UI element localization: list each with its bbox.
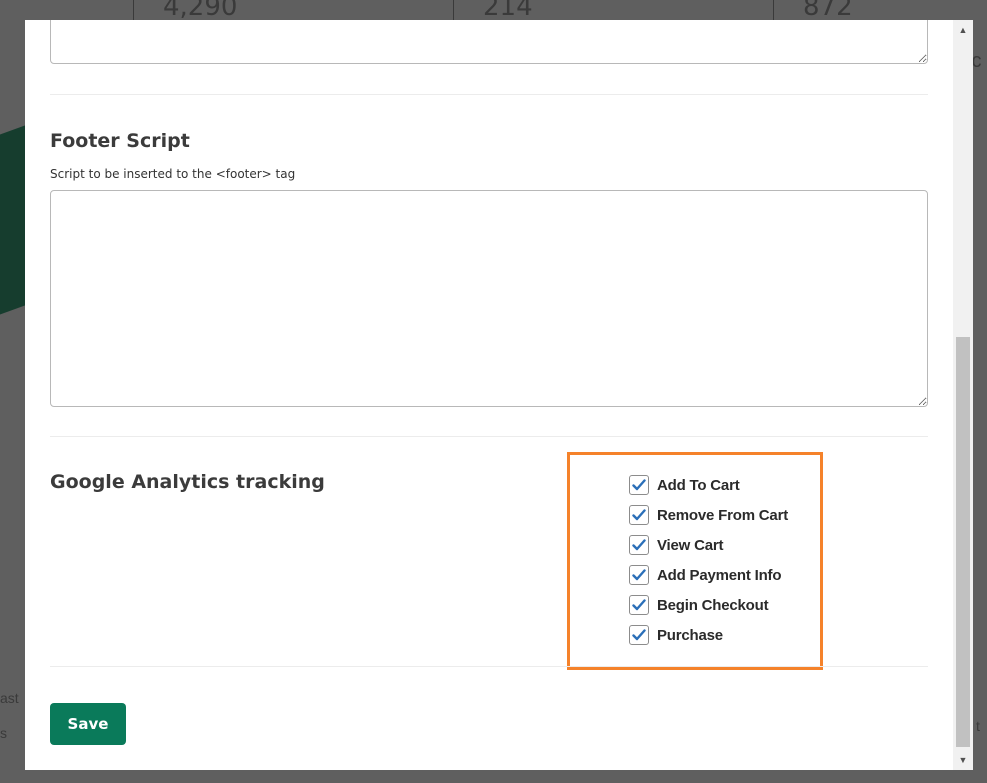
checkbox-add-payment-info[interactable]: Add Payment Info (629, 560, 788, 590)
checkbox-view-cart[interactable]: View Cart (629, 530, 788, 560)
modal-scrollbar[interactable]: ▲ ▼ (953, 20, 973, 770)
checkbox-icon[interactable] (629, 505, 649, 525)
save-button[interactable]: Save (50, 703, 126, 745)
checkbox-icon[interactable] (629, 595, 649, 615)
checkbox-purchase[interactable]: Purchase (629, 620, 788, 650)
checkbox-begin-checkout[interactable]: Begin Checkout (629, 590, 788, 620)
checkmark-icon (632, 629, 646, 641)
checkmark-icon (632, 539, 646, 551)
background-stat: 214 (483, 0, 533, 22)
stat-divider (773, 0, 774, 20)
section-divider (50, 436, 928, 437)
checkmark-icon (632, 509, 646, 521)
ga-tracking-checklist: Add To Cart Remove From Cart View Cart A… (629, 470, 788, 650)
scroll-up-arrow-icon[interactable]: ▲ (953, 20, 973, 40)
checkbox-remove-from-cart[interactable]: Remove From Cart (629, 500, 788, 530)
footer-script-helper: Script to be inserted to the <footer> ta… (50, 167, 296, 181)
checkbox-label[interactable]: Add Payment Info (657, 567, 782, 584)
checkbox-label[interactable]: Add To Cart (657, 477, 740, 494)
checkbox-add-to-cart[interactable]: Add To Cart (629, 470, 788, 500)
background-stat: 4,290 (163, 0, 238, 22)
settings-modal: Footer Script Script to be inserted to t… (25, 20, 953, 770)
background-side-label: s (0, 725, 7, 741)
checkbox-label[interactable]: Purchase (657, 627, 723, 644)
checkmark-icon (632, 599, 646, 611)
checkbox-label[interactable]: Remove From Cart (657, 507, 788, 524)
checkmark-icon (632, 479, 646, 491)
google-analytics-title: Google Analytics tracking (50, 471, 325, 493)
stat-divider (133, 0, 134, 20)
checkbox-icon[interactable] (629, 535, 649, 555)
checkbox-icon[interactable] (629, 625, 649, 645)
background-side-label: ast (0, 690, 19, 706)
checkbox-label[interactable]: Begin Checkout (657, 597, 769, 614)
checkbox-label[interactable]: View Cart (657, 537, 723, 554)
checkmark-icon (632, 569, 646, 581)
scrollbar-thumb[interactable] (956, 337, 970, 747)
checkbox-icon[interactable] (629, 475, 649, 495)
header-script-textarea[interactable] (50, 20, 928, 64)
stat-divider (453, 0, 454, 20)
section-divider (50, 94, 928, 95)
background-stat: 872 (803, 0, 853, 22)
scroll-down-arrow-icon[interactable]: ▼ (953, 750, 973, 770)
background-side-label: t (976, 718, 980, 734)
footer-script-textarea[interactable] (50, 190, 928, 407)
section-divider (50, 666, 928, 667)
footer-script-title: Footer Script (50, 130, 190, 152)
checkbox-icon[interactable] (629, 565, 649, 585)
